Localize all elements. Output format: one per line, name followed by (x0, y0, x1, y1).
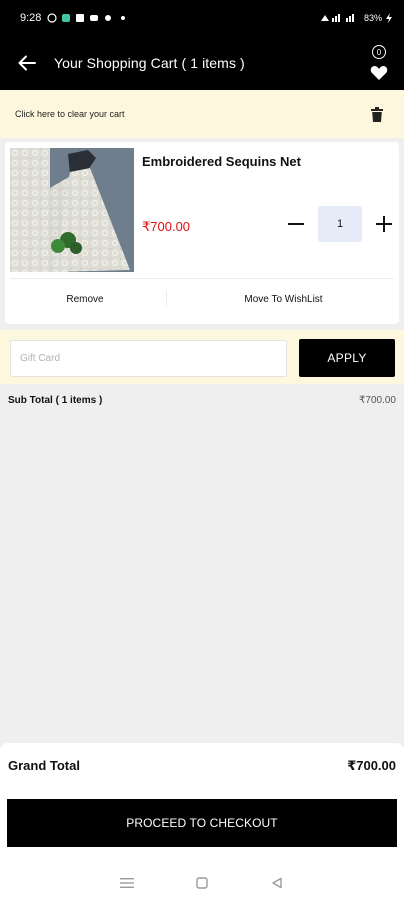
page-title: Your Shopping Cart ( 1 items ) (54, 55, 245, 71)
status-time: 9:28 (20, 12, 42, 24)
home-button[interactable] (194, 875, 210, 891)
app-notification-icon (62, 14, 71, 22)
subtotal-row: Sub Total ( 1 items ) ₹700.00 (0, 390, 404, 410)
apply-button[interactable]: APPLY (299, 339, 395, 377)
remove-item-button[interactable]: Remove (5, 282, 165, 316)
settings-notification-icon (105, 15, 112, 21)
notification-icons (47, 13, 126, 23)
grand-total-value: ₹700.00 (347, 758, 396, 773)
subtotal-label: Sub Total ( 1 items ) (8, 394, 103, 406)
subtotal-value: ₹700.00 (359, 394, 396, 406)
proceed-to-checkout-button[interactable]: PROCEED TO CHECKOUT (7, 799, 397, 847)
wishlist-button[interactable]: 0 (364, 41, 394, 85)
card-divider (10, 278, 394, 279)
menu-icon (120, 877, 135, 888)
clear-cart-banner[interactable]: Click here to clear your cart (0, 90, 404, 138)
back-button[interactable] (0, 36, 54, 90)
system-back-button[interactable] (269, 875, 285, 891)
square-icon (196, 876, 208, 889)
whatsapp-icon (47, 13, 58, 23)
arrow-left-icon (18, 55, 36, 71)
increase-quantity-button[interactable] (373, 212, 395, 236)
system-navigation-bar (0, 865, 404, 900)
heart-icon (370, 66, 388, 80)
action-divider (166, 290, 167, 306)
battery-level: 83% (363, 13, 382, 23)
move-to-wishlist-button[interactable]: Move To WishList (168, 282, 399, 316)
product-image[interactable] (10, 148, 134, 272)
decrease-quantity-button[interactable] (285, 212, 307, 236)
triangle-back-icon (271, 877, 282, 888)
signal-icon (320, 14, 354, 22)
more-notifications-dot (121, 16, 126, 20)
product-name[interactable]: Embroidered Sequins Net (142, 154, 301, 169)
quantity-value[interactable]: 1 (318, 206, 362, 242)
checkout-panel: Grand Total ₹700.00 PROCEED TO CHECKOUT (0, 743, 404, 865)
trash-icon (371, 106, 383, 122)
photo-notification-icon (76, 14, 85, 22)
gift-card-section: APPLY (0, 330, 404, 384)
plus-icon (376, 216, 392, 232)
recent-apps-button[interactable] (119, 875, 135, 891)
grand-total-label: Grand Total (8, 758, 80, 773)
clear-cart-label: Click here to clear your cart (15, 109, 125, 119)
gift-card-input[interactable] (10, 340, 287, 377)
clear-cart-button[interactable] (368, 104, 386, 124)
minus-icon (288, 223, 304, 225)
charging-icon (386, 13, 392, 23)
cart-item-card: Embroidered Sequins Net ₹700.00 1 Remove… (5, 142, 399, 324)
wishlist-count-badge: 0 (372, 45, 386, 59)
status-bar: 9:28 83% (0, 0, 404, 36)
status-indicators: 83% (320, 13, 392, 23)
product-price: ₹700.00 (142, 219, 191, 234)
product-photo (10, 148, 134, 272)
app-bar: Your Shopping Cart ( 1 items ) 0 (0, 36, 404, 90)
game-notification-icon (90, 15, 99, 21)
